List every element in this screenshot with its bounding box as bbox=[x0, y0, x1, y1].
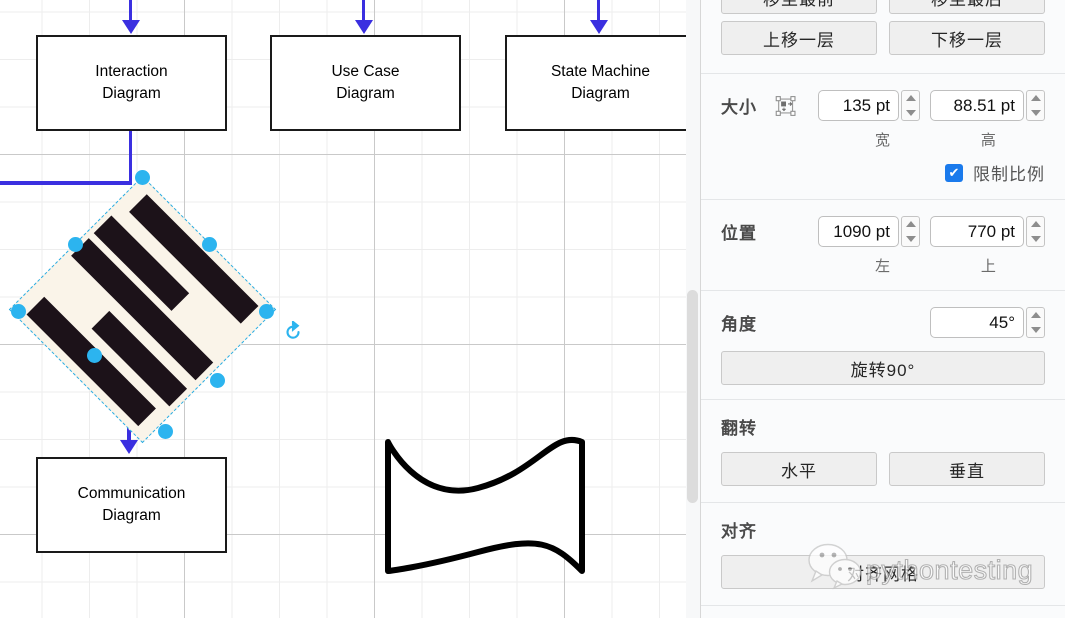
position-top-caption: 上 bbox=[980, 258, 997, 275]
wave-flag-shape[interactable] bbox=[378, 424, 592, 589]
angle-stepper[interactable]: 45° bbox=[930, 307, 1045, 338]
button-label: 垂直 bbox=[949, 461, 985, 481]
snap-to-grid-button[interactable]: 对齐网格 bbox=[721, 555, 1045, 589]
position-left-value: 1090 pt bbox=[833, 221, 890, 241]
spinner-up-icon[interactable] bbox=[1030, 95, 1041, 102]
resize-handle-sw[interactable] bbox=[86, 347, 102, 363]
node-interaction-diagram[interactable]: Interaction Diagram bbox=[36, 35, 227, 131]
spinner-down-icon[interactable] bbox=[905, 235, 916, 242]
width-input[interactable]: 135 pt bbox=[818, 90, 899, 121]
arrowhead-into-interaction bbox=[122, 20, 140, 34]
diagram-canvas[interactable]: Interaction Diagram Use Case Diagram Sta… bbox=[0, 0, 700, 618]
angle-value: 45° bbox=[989, 312, 1015, 332]
button-label: 移至最后 bbox=[931, 0, 1003, 10]
button-label: 水平 bbox=[781, 461, 817, 481]
left-stepper[interactable]: 1090 pt bbox=[818, 216, 920, 247]
resize-handle-n[interactable] bbox=[134, 169, 150, 185]
arrowhead-into-usecase bbox=[355, 20, 373, 34]
position-top-value: 770 pt bbox=[967, 221, 1015, 241]
size-section: 大小 135 pt 88.51 pt 宽 高 ✔ 限制比例 bbox=[701, 74, 1065, 199]
node-label: Use Case Diagram bbox=[331, 62, 400, 102]
node-use-case-diagram[interactable]: Use Case Diagram bbox=[270, 35, 461, 131]
fit-to-size-icon[interactable] bbox=[775, 93, 796, 119]
flip-horizontal-button[interactable]: 水平 bbox=[721, 452, 877, 486]
flip-label: 翻转 bbox=[721, 419, 757, 438]
position-label: 位置 bbox=[721, 224, 757, 243]
height-input[interactable]: 88.51 pt bbox=[930, 90, 1024, 121]
height-spinner[interactable] bbox=[1026, 90, 1045, 121]
spinner-down-icon[interactable] bbox=[1030, 326, 1041, 333]
arrowhead-into-statemachine bbox=[590, 20, 608, 34]
rotate-90-button[interactable]: 旋转90° bbox=[721, 351, 1045, 385]
bring-to-front-button[interactable]: 移至最前 bbox=[721, 0, 877, 14]
spinner-up-icon[interactable] bbox=[1030, 312, 1041, 319]
constrain-ratio-checkbox[interactable]: ✔ bbox=[945, 163, 963, 182]
resize-handle-se[interactable] bbox=[209, 372, 225, 388]
send-to-back-button[interactable]: 移至最后 bbox=[889, 0, 1045, 14]
width-spinner[interactable] bbox=[901, 90, 920, 121]
format-panel: 移至最前 移至最后 上移一层 下移一层 大小 bbox=[701, 0, 1065, 618]
node-label: Communication Diagram bbox=[77, 484, 186, 524]
height-caption: 高 bbox=[980, 132, 997, 149]
resize-handle-ne[interactable] bbox=[201, 236, 217, 252]
connector-into-statemachine bbox=[597, 0, 600, 22]
position-section: 位置 1090 pt 770 pt 左 上 bbox=[701, 200, 1065, 290]
check-icon: ✔ bbox=[948, 165, 960, 180]
resize-handle-nw[interactable] bbox=[67, 236, 83, 252]
size-label: 大小 bbox=[721, 98, 757, 117]
resize-handle-e[interactable] bbox=[258, 303, 274, 319]
angle-input[interactable]: 45° bbox=[930, 307, 1024, 338]
button-label: 移至最前 bbox=[763, 0, 835, 10]
connector-into-interaction bbox=[129, 0, 132, 22]
angle-spinner[interactable] bbox=[1026, 307, 1045, 338]
bring-forward-button[interactable]: 上移一层 bbox=[721, 21, 877, 55]
flip-vertical-button[interactable]: 垂直 bbox=[889, 452, 1045, 486]
canvas-scrollbar-thumb[interactable] bbox=[687, 290, 698, 503]
angle-section: 角度 45° 旋转90° bbox=[701, 291, 1065, 399]
spinner-down-icon[interactable] bbox=[905, 109, 916, 116]
resize-handle-s[interactable] bbox=[157, 423, 173, 439]
arrange-section: 移至最前 移至最后 上移一层 下移一层 bbox=[701, 0, 1065, 73]
node-state-machine-diagram[interactable]: State Machine Diagram bbox=[505, 35, 696, 131]
height-stepper[interactable]: 88.51 pt bbox=[930, 90, 1045, 121]
spinner-up-icon[interactable] bbox=[905, 221, 916, 228]
send-backward-button[interactable]: 下移一层 bbox=[889, 21, 1045, 55]
width-caption: 宽 bbox=[874, 132, 891, 149]
align-label: 对齐 bbox=[721, 522, 757, 541]
button-label: 旋转90° bbox=[850, 360, 916, 380]
flip-section: 翻转 水平 垂直 bbox=[701, 400, 1065, 502]
width-value: 135 pt bbox=[842, 95, 890, 115]
top-spinner[interactable] bbox=[1026, 216, 1045, 247]
position-left-input[interactable]: 1090 pt bbox=[818, 216, 899, 247]
height-value: 88.51 pt bbox=[953, 95, 1015, 115]
spinner-up-icon[interactable] bbox=[1030, 221, 1041, 228]
constrain-ratio-label: 限制比例 bbox=[973, 165, 1045, 184]
button-label: 对齐网格 bbox=[847, 564, 919, 584]
top-stepper[interactable]: 770 pt bbox=[930, 216, 1045, 247]
section-divider bbox=[701, 605, 1065, 606]
button-label: 下移一层 bbox=[931, 30, 1003, 50]
left-spinner[interactable] bbox=[901, 216, 920, 247]
spinner-down-icon[interactable] bbox=[1030, 235, 1041, 242]
resize-handle-w[interactable] bbox=[10, 303, 26, 319]
node-label: State Machine Diagram bbox=[550, 62, 651, 102]
position-left-caption: 左 bbox=[874, 258, 891, 275]
button-label: 上移一层 bbox=[763, 30, 835, 50]
selected-shape[interactable] bbox=[8, 169, 276, 443]
spinner-down-icon[interactable] bbox=[1030, 109, 1041, 116]
node-label: Interaction Diagram bbox=[95, 62, 168, 102]
rotate-cw-icon[interactable] bbox=[282, 321, 304, 343]
width-stepper[interactable]: 135 pt bbox=[818, 90, 920, 121]
align-section: 对齐 对齐网格 bbox=[701, 503, 1065, 605]
node-communication-diagram[interactable]: Communication Diagram bbox=[36, 457, 227, 553]
connector-into-usecase bbox=[362, 0, 365, 22]
angle-label: 角度 bbox=[721, 315, 757, 334]
spinner-up-icon[interactable] bbox=[905, 95, 916, 102]
position-top-input[interactable]: 770 pt bbox=[930, 216, 1024, 247]
selection-outline bbox=[8, 175, 276, 443]
